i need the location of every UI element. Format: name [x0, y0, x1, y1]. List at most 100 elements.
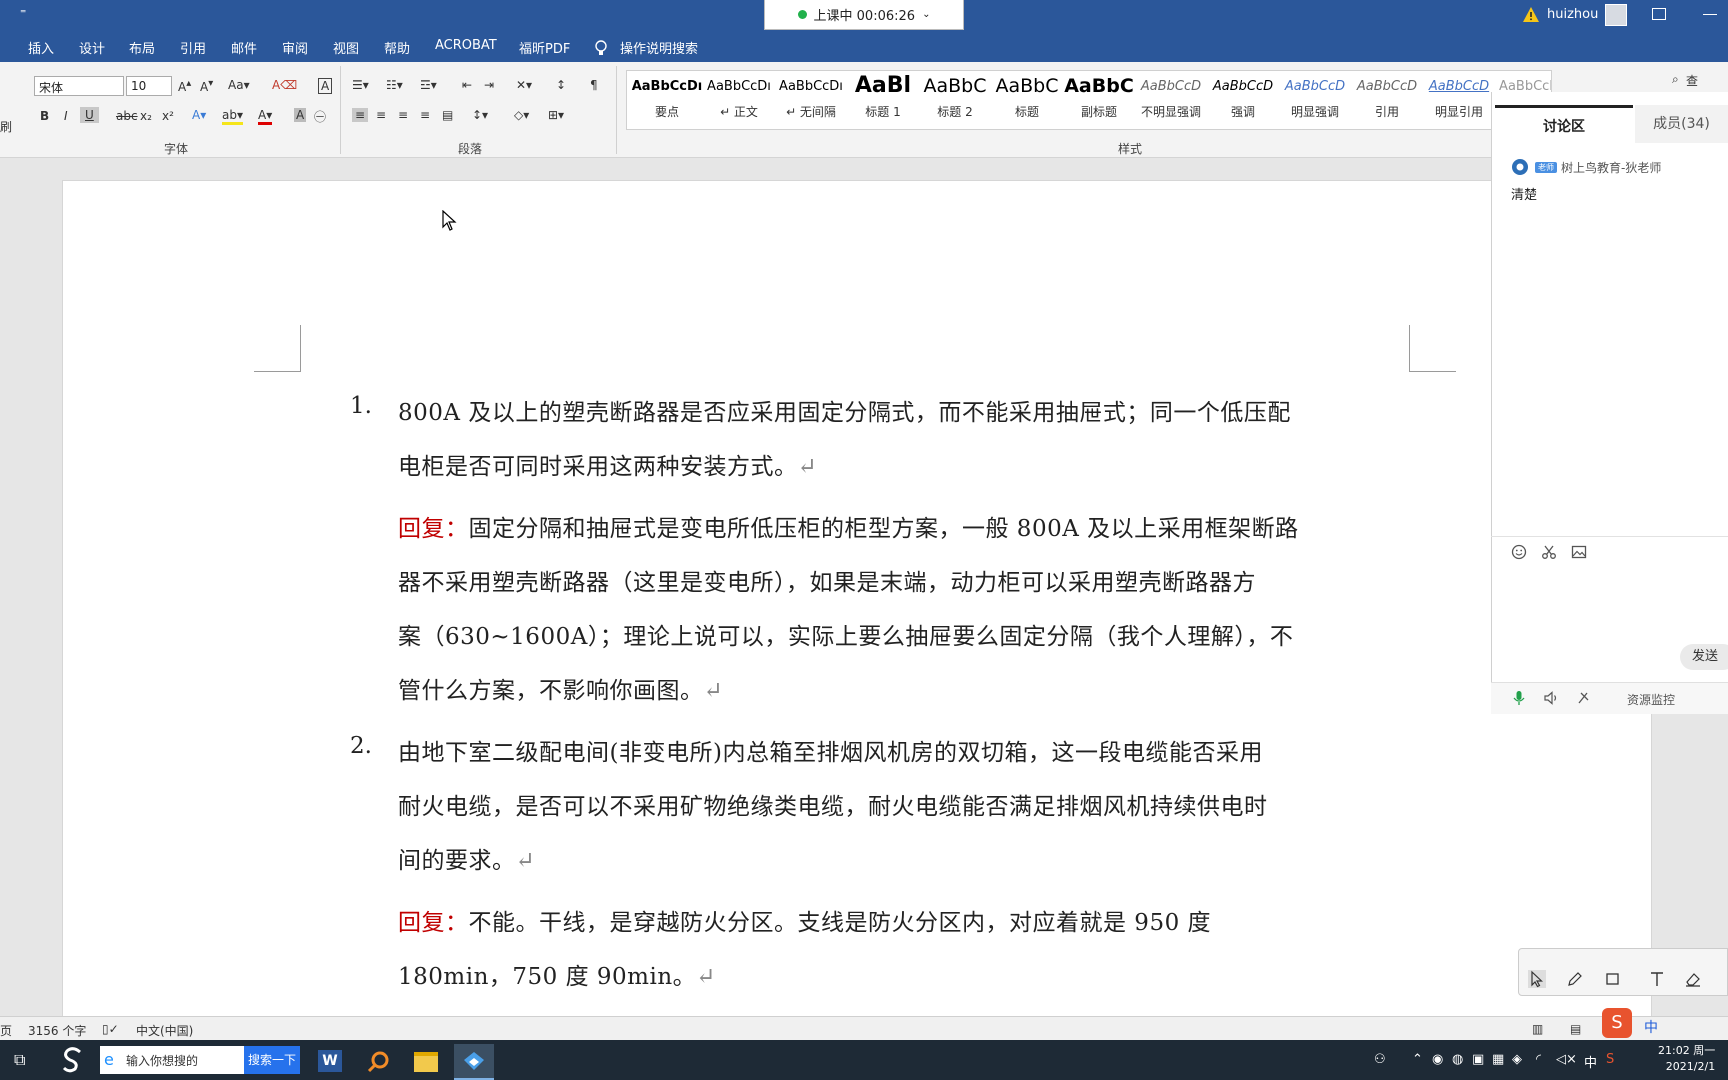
tab-discussion[interactable]: 讨论区	[1495, 105, 1633, 143]
image-icon[interactable]	[1571, 544, 1587, 560]
format-painter-label[interactable]: 刷	[0, 118, 12, 135]
tell-me-search[interactable]: 操作说明搜索	[620, 38, 698, 57]
tray-app-icon[interactable]: ▦	[1492, 1052, 1504, 1067]
character-border-icon[interactable]: A	[318, 78, 333, 94]
find-label[interactable]: 查	[1686, 72, 1698, 89]
font-name-select[interactable]: 宋体	[34, 76, 124, 96]
language-indicator[interactable]: 中文(中国)	[136, 1022, 193, 1039]
search-app-icon[interactable]	[358, 1044, 398, 1080]
microphone-icon[interactable]	[1511, 690, 1527, 706]
bold-icon[interactable]: B	[40, 109, 49, 123]
network-icon[interactable]: ◜	[1536, 1052, 1541, 1067]
align-right-icon[interactable]: ≡	[398, 108, 408, 122]
search-icon[interactable]: ⌕	[1672, 72, 1679, 87]
pen-icon[interactable]	[1566, 970, 1584, 988]
class-status-indicator[interactable]: 上课中 00:06:26 ⌄	[764, 0, 964, 30]
tab-layout[interactable]: 布局	[129, 38, 155, 57]
distributed-icon[interactable]: ▤	[442, 108, 453, 122]
ime-language-toggle[interactable]: 中	[1644, 1017, 1658, 1037]
style-item[interactable]: AaBbCcDı ↵ 正文	[703, 71, 775, 129]
underline-icon[interactable]: U	[80, 107, 99, 123]
justify-icon[interactable]: ≡	[420, 108, 430, 122]
change-case-icon[interactable]: Aa▾	[228, 78, 250, 92]
word-app-icon[interactable]: W	[310, 1044, 350, 1080]
font-color-icon[interactable]: A▾	[258, 108, 273, 125]
numbering-icon[interactable]: ☷▾	[386, 78, 403, 92]
superscript-icon[interactable]: x²	[162, 109, 174, 123]
style-item[interactable]: AaBl 标题 1	[847, 71, 919, 129]
rectangle-icon[interactable]	[1604, 970, 1622, 988]
highlight-icon[interactable]: ab▾	[222, 108, 243, 125]
tray-app-icon[interactable]: ◈	[1512, 1052, 1522, 1067]
print-layout-icon[interactable]: ▤	[1570, 1022, 1581, 1036]
select-arrow-icon[interactable]	[1528, 970, 1546, 988]
shrink-font-icon[interactable]: A▾	[200, 78, 213, 94]
style-item[interactable]: AaBbC 标题	[991, 71, 1063, 129]
align-left-icon[interactable]: ≡	[352, 108, 369, 122]
volume-icon[interactable]: ◁×	[1556, 1052, 1577, 1067]
tab-view[interactable]: 视图	[333, 38, 359, 57]
italic-icon[interactable]: I	[64, 109, 68, 123]
character-shading-icon[interactable]: A	[294, 108, 307, 122]
eraser-icon[interactable]	[1684, 970, 1702, 988]
tab-help[interactable]: 帮助	[384, 38, 410, 57]
bullets-icon[interactable]: ☰▾	[352, 78, 369, 92]
file-explorer-icon[interactable]	[406, 1044, 446, 1080]
user-name[interactable]: huizhou	[1547, 7, 1598, 22]
word-count[interactable]: 3156 个字	[28, 1022, 86, 1039]
proofing-icon[interactable]: ▯✓	[102, 1022, 119, 1036]
clear-formatting-icon[interactable]: A⌫	[272, 78, 297, 92]
show-marks-icon[interactable]: ¶	[590, 78, 598, 92]
shading-icon[interactable]: ◇▾	[514, 108, 529, 122]
hand-raise-icon[interactable]	[1575, 690, 1591, 706]
taskbar-clock[interactable]: 21:02 周一 2021/2/1	[1658, 1043, 1715, 1075]
people-icon[interactable]: ⚇	[1374, 1052, 1386, 1067]
tab-members[interactable]: 成员(34)	[1635, 105, 1728, 143]
chinese-layout-icon[interactable]: ✕▾	[516, 78, 532, 92]
style-item[interactable]: AaBbC 副标题	[1063, 71, 1135, 129]
borders-icon[interactable]: ⊞▾	[548, 108, 564, 122]
subscript-icon[interactable]: x₂	[140, 109, 152, 123]
emoji-icon[interactable]	[1511, 544, 1527, 560]
resource-monitor-label[interactable]: 资源监控	[1627, 691, 1675, 708]
text-effects-icon[interactable]: A▾	[192, 108, 206, 122]
sogou-ime-icon[interactable]: S	[1602, 1008, 1632, 1038]
tray-app-icon[interactable]: ◉	[1432, 1052, 1443, 1067]
style-item[interactable]: AaBbCcD 明显强调	[1279, 71, 1351, 129]
speaker-icon[interactable]	[1543, 690, 1559, 706]
quick-access-customize[interactable]: ⁼	[20, 6, 26, 20]
style-item[interactable]: AaBbCcD 不明显强调	[1135, 71, 1207, 129]
send-button[interactable]: 发送	[1680, 644, 1728, 670]
show-hidden-icons-icon[interactable]: ⌃	[1412, 1052, 1423, 1067]
tray-app-icon[interactable]: ◍	[1452, 1052, 1463, 1067]
scissors-icon[interactable]	[1541, 544, 1557, 560]
tab-insert[interactable]: 插入	[28, 38, 54, 57]
grow-font-icon[interactable]: A▴	[178, 78, 191, 94]
warning-icon[interactable]	[1522, 6, 1540, 23]
increase-indent-icon[interactable]: ⇥	[484, 78, 494, 92]
avatar[interactable]	[1605, 4, 1627, 26]
tray-app-icon[interactable]: ▣	[1472, 1052, 1484, 1067]
tab-design[interactable]: 设计	[79, 38, 105, 57]
tab-foxit-pdf[interactable]: 福昕PDF	[519, 38, 570, 57]
ribbon-display-options-icon[interactable]	[1652, 8, 1666, 20]
style-item[interactable]: AaBbCcDı ↵ 无间隔	[775, 71, 847, 129]
tray-language[interactable]: 中	[1584, 1052, 1597, 1071]
align-center-icon[interactable]: ≡	[376, 108, 386, 122]
style-item[interactable]: AaBbCcD 强调	[1207, 71, 1279, 129]
enclose-characters-icon[interactable]: ㊀	[314, 108, 326, 125]
page-indicator[interactable]: 页	[0, 1022, 12, 1039]
read-mode-icon[interactable]: ▥	[1532, 1022, 1543, 1036]
style-item[interactable]: AaBbCcD 引用	[1351, 71, 1423, 129]
search-input[interactable]: 输入你想搜的	[100, 1046, 244, 1074]
strikethrough-icon[interactable]: abc	[116, 109, 138, 123]
tab-review[interactable]: 审阅	[282, 38, 308, 57]
font-size-select[interactable]: 10	[126, 76, 172, 96]
line-spacing-icon[interactable]: ↕▾	[472, 108, 488, 122]
tab-acrobat[interactable]: ACROBAT	[435, 38, 497, 53]
style-item[interactable]: AaBbCcDı 要点	[631, 71, 703, 129]
decrease-indent-icon[interactable]: ⇤	[462, 78, 472, 92]
multilevel-list-icon[interactable]: ☲▾	[420, 78, 437, 92]
classroom-app-icon[interactable]	[454, 1044, 494, 1080]
sogou-tray-icon[interactable]: S	[1606, 1052, 1614, 1067]
